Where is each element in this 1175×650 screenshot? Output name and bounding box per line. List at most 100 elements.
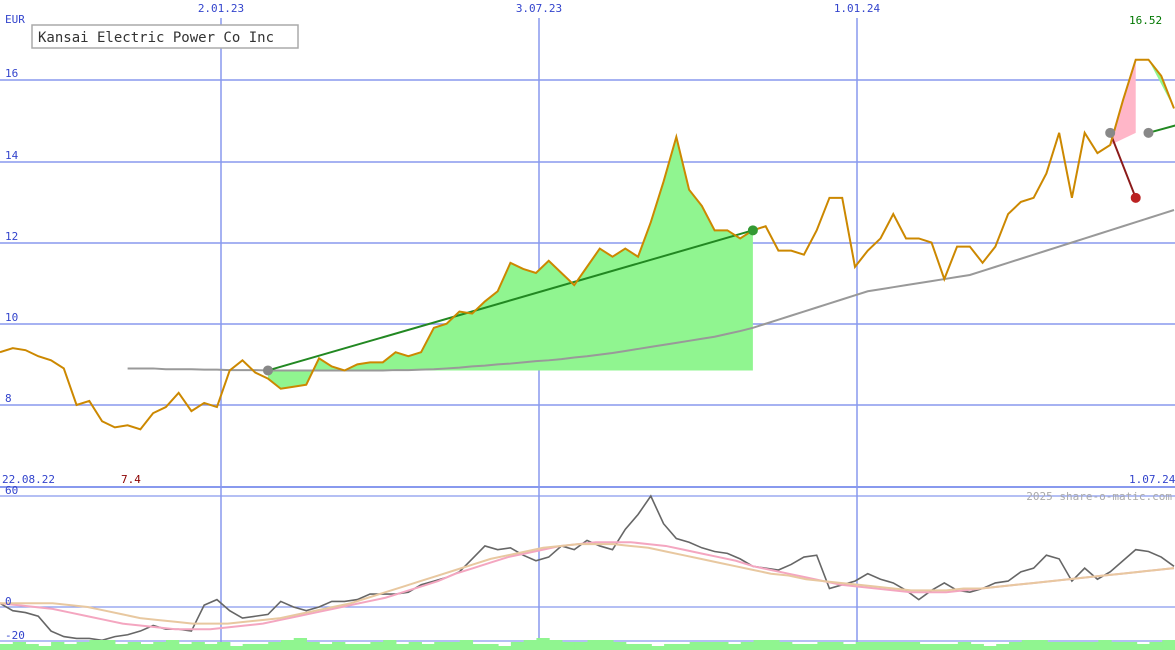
volume-bar xyxy=(600,640,614,650)
volume-bar xyxy=(76,642,90,650)
volume-bar xyxy=(804,644,818,650)
volume-bar xyxy=(332,642,346,650)
volume-bar xyxy=(357,644,371,650)
volume-bar xyxy=(408,642,422,650)
volume-bar xyxy=(906,642,921,650)
volume-bar xyxy=(817,642,831,650)
trend-start-marker xyxy=(1105,127,1116,138)
volume-bar xyxy=(242,644,256,650)
volume-bar xyxy=(613,642,627,650)
volume-bar xyxy=(510,642,525,650)
lower-tick-label: 0 xyxy=(5,595,12,608)
volume-bar xyxy=(574,642,588,650)
volume-bar xyxy=(1085,642,1099,650)
momentum-line xyxy=(0,494,1175,642)
x-tick-label: 2.01.23 xyxy=(198,2,244,15)
y-tick-label: 14 xyxy=(5,149,19,162)
volume-bar xyxy=(549,640,563,650)
trend-start-marker xyxy=(1143,127,1154,138)
volume-bar xyxy=(957,642,972,650)
volume-bar xyxy=(1008,642,1023,650)
volume-bar xyxy=(1123,642,1138,650)
volume-bar xyxy=(370,642,384,650)
volume-bar xyxy=(587,640,601,650)
trend-line xyxy=(1109,132,1137,199)
volume-bar xyxy=(395,644,410,650)
volume-bar xyxy=(970,644,984,650)
volume-bar xyxy=(204,644,218,650)
volume-bar xyxy=(25,644,39,650)
volume-bar xyxy=(434,642,448,650)
trend-end-marker xyxy=(747,225,758,236)
signal-line-pink xyxy=(0,541,1175,631)
signal-line-tan xyxy=(0,543,1175,625)
volume-bar xyxy=(766,640,780,650)
last-value-label: 16.52 xyxy=(1129,14,1162,27)
y-tick-label: 8 xyxy=(5,392,12,405)
volume-bar xyxy=(894,642,908,650)
volume-bar xyxy=(102,640,116,650)
volume-bar xyxy=(498,646,512,650)
volume-bar xyxy=(1047,642,1061,650)
volume-bar xyxy=(881,642,895,650)
volume-bar xyxy=(919,644,933,650)
indicator-layer xyxy=(0,494,1175,650)
end-date-label: 1.07.24 xyxy=(1129,473,1175,486)
y-tick-label: 16 xyxy=(5,67,18,80)
volume-bar xyxy=(727,644,742,650)
volume-bar xyxy=(523,640,537,650)
lower-tick-label: 60 xyxy=(5,484,18,497)
volume-bar xyxy=(753,640,767,650)
volume-bar xyxy=(1098,640,1112,650)
price-line xyxy=(0,58,1175,431)
x-tick-label: 1.01.24 xyxy=(834,2,881,15)
price-layer xyxy=(0,58,1175,431)
chart-title-box: Kansai Electric Power Co Inc xyxy=(31,24,299,49)
volume-bar xyxy=(306,642,320,650)
volume-bar xyxy=(740,642,755,650)
volume-bar xyxy=(1060,642,1074,650)
volume-bar xyxy=(280,640,295,650)
volume-bar xyxy=(779,642,793,650)
volume-bar xyxy=(830,642,844,650)
volume-bar xyxy=(1162,640,1175,650)
volume-bar xyxy=(127,642,141,650)
volume-bar xyxy=(229,646,244,650)
y-tick-label: 10 xyxy=(5,311,18,324)
min-value-label: 7.4 xyxy=(121,473,141,486)
volume-bar xyxy=(140,644,154,650)
volume-bar xyxy=(1149,642,1163,650)
volume-bar xyxy=(561,642,576,650)
volume-bar xyxy=(166,640,180,650)
volume-bar xyxy=(1111,642,1125,650)
volume-bar xyxy=(983,646,997,650)
volume-bar xyxy=(1021,640,1036,650)
volume-bar xyxy=(1034,640,1048,650)
volume-bar xyxy=(945,644,959,650)
trend-line xyxy=(1148,124,1175,134)
volume-bar xyxy=(12,642,27,650)
volume-bar xyxy=(217,642,231,650)
volume-bar xyxy=(868,642,882,650)
volume-bar xyxy=(689,642,703,650)
volume-bar xyxy=(459,640,474,650)
volume-bar xyxy=(89,640,103,650)
volume-bar xyxy=(651,646,665,650)
currency-label: EUR xyxy=(5,13,25,26)
volume-bar xyxy=(472,644,486,650)
volume-bar xyxy=(715,642,729,650)
volume-bar xyxy=(625,644,640,650)
volume-bar xyxy=(178,644,193,650)
x-tick-label: 3.07.23 xyxy=(516,2,562,15)
volume-bar xyxy=(1072,642,1087,650)
volume-bar xyxy=(996,644,1010,650)
volume-bar xyxy=(676,644,691,650)
volume-bar xyxy=(536,638,550,650)
volume-bar xyxy=(855,642,869,650)
volume-bar xyxy=(153,642,167,650)
volume-bar xyxy=(63,644,78,650)
volume-bar xyxy=(1136,644,1150,650)
volume-bar xyxy=(0,644,14,650)
watermark-label: 2025 share-o-matic.com xyxy=(1026,490,1172,503)
chart-root: EUR 16.52 7.4 22.08.22 1.07.24 2025 shar… xyxy=(0,0,1175,650)
